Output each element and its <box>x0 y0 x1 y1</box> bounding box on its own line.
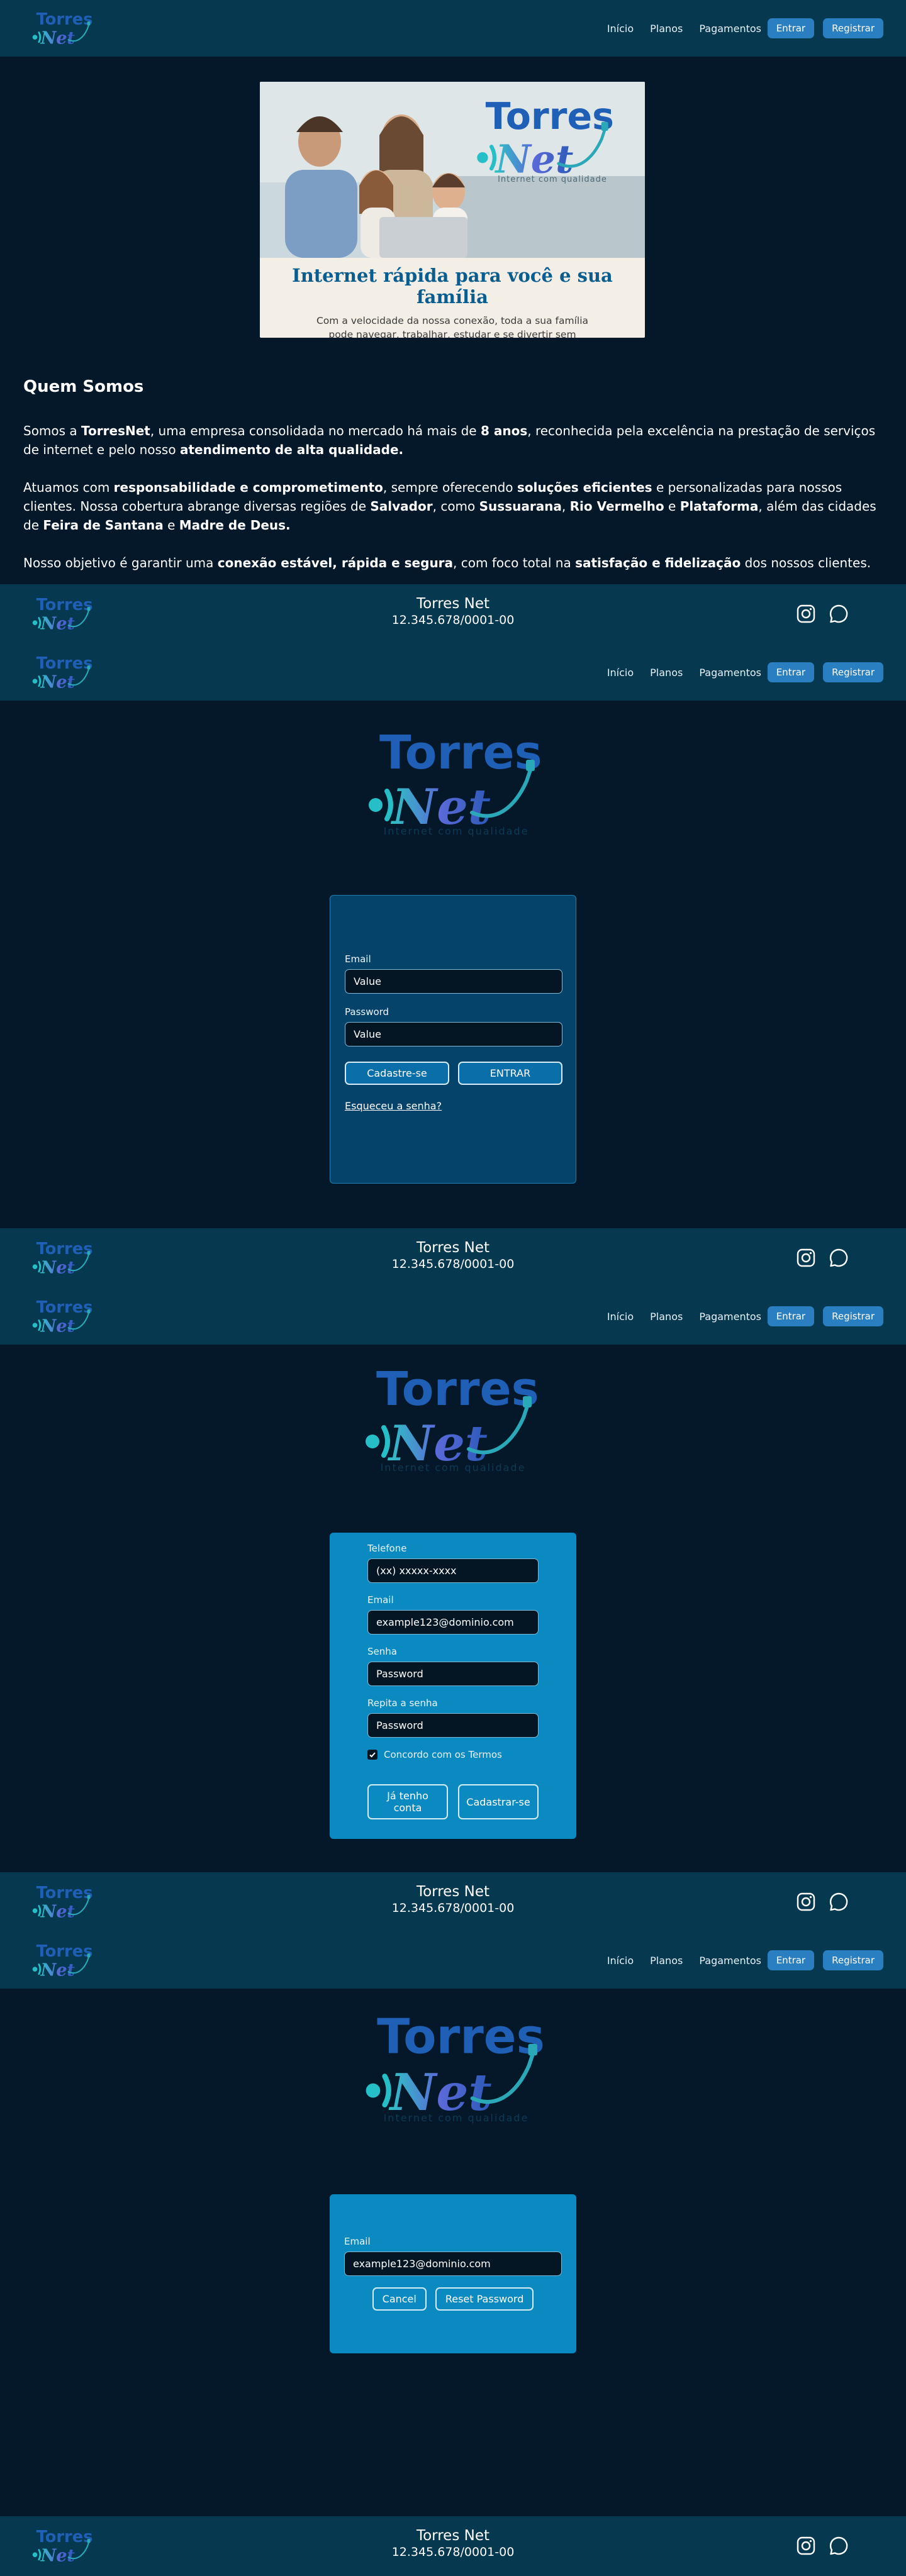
register-button[interactable]: Registrar <box>823 18 883 38</box>
login-button[interactable]: Entrar <box>767 18 815 38</box>
check-icon <box>369 1752 376 1758</box>
register-card: Telefone Email Senha Repita a senha Conc… <box>330 1533 576 1839</box>
login-card: Email Password Cadastre-se ENTRAR Esquec… <box>330 895 576 1184</box>
nav-link-pagamentos[interactable]: Pagamentos <box>699 1955 761 1967</box>
footer-cnpj: 12.345.678/0001-00 <box>391 2545 515 2559</box>
banner-headline: Internet rápida para você e sua família <box>292 265 613 308</box>
cancel-button[interactable]: Cancel <box>372 2287 427 2311</box>
footer-title: Torres Net <box>416 1240 490 1256</box>
footer-title: Torres Net <box>416 1884 490 1900</box>
navbar: Início Planos Pagamentos Entrar Registra… <box>0 644 906 701</box>
terms-checkbox[interactable] <box>367 1750 378 1760</box>
register-button[interactable]: Registrar <box>823 1306 883 1326</box>
about-paragraph-2: Atuamos com responsabilidade e compromet… <box>23 480 876 533</box>
nav-link-planos[interactable]: Planos <box>650 1955 683 1967</box>
enter-button[interactable]: ENTRAR <box>458 1062 562 1085</box>
login-email-label: Email <box>345 953 371 965</box>
banner-logo <box>471 93 622 187</box>
footer: Torres Net 12.345.678/0001-00 <box>0 1872 906 1932</box>
forgot-password-link[interactable]: Esqueceu a senha? <box>345 1100 442 1112</box>
footer: Torres Net 12.345.678/0001-00 <box>0 1228 906 1288</box>
family-photo: Internet com qualidade <box>260 82 645 258</box>
nav-link-inicio[interactable]: Início <box>607 1311 634 1323</box>
reset-password-button[interactable]: Reset Password <box>435 2287 534 2311</box>
footer-cnpj: 12.345.678/0001-00 <box>391 613 515 627</box>
reset-hero-logo: Internet com qualidade <box>359 2006 554 2129</box>
reset-email-input[interactable] <box>344 2251 562 2276</box>
nav-link-inicio[interactable]: Início <box>607 667 634 679</box>
login-password-input[interactable] <box>345 1022 562 1046</box>
promo-banner: Internet com qualidade Internet rápida p… <box>260 82 645 338</box>
footer-title: Torres Net <box>416 596 490 612</box>
navbar: Início Planos Pagamentos Entrar Registra… <box>0 1932 906 1989</box>
login-button[interactable]: Entrar <box>767 1950 815 1970</box>
navbar: Início Planos Pagamentos Entrar Registra… <box>0 0 906 57</box>
navbar: Início Planos Pagamentos Entrar Registra… <box>0 1288 906 1345</box>
register-hero-logo: Internet com qualidade <box>359 1360 547 1479</box>
torres-net-logo[interactable] <box>25 1297 101 1338</box>
footer: Torres Net 12.345.678/0001-00 <box>0 2516 906 2576</box>
register-email-label: Email <box>367 1594 394 1606</box>
repeat-password-label: Repita a senha <box>367 1697 438 1709</box>
nav-link-planos[interactable]: Planos <box>650 23 683 35</box>
login-button[interactable]: Entrar <box>767 1306 815 1326</box>
terms-label: Concordo com os Termos <box>384 1749 502 1760</box>
signup-button[interactable]: Cadastre-se <box>345 1062 449 1085</box>
nav-link-planos[interactable]: Planos <box>650 1311 683 1323</box>
banner-subtext: Com a velocidade da nossa conexão, toda … <box>316 315 589 338</box>
footer-cnpj: 12.345.678/0001-00 <box>391 1901 515 1915</box>
banner-tagline: Internet com qualidade <box>498 175 607 184</box>
repeat-password-input[interactable] <box>367 1713 539 1738</box>
footer: Torres Net 12.345.678/0001-00 <box>0 584 906 644</box>
login-password-label: Password <box>345 1006 389 1018</box>
about-title: Quem Somos <box>23 377 144 396</box>
whatsapp-icon[interactable] <box>828 1247 849 1269</box>
about-section: Quem Somos Somos a TorresNet, uma empres… <box>23 377 885 591</box>
nav-link-pagamentos[interactable]: Pagamentos <box>699 23 761 35</box>
have-account-button[interactable]: Já tenho conta <box>367 1784 448 1819</box>
login-email-input[interactable] <box>345 969 562 994</box>
register-password-label: Senha <box>367 1646 397 1657</box>
nav-link-inicio[interactable]: Início <box>607 1955 634 1967</box>
about-paragraph-3: Nosso objetivo é garantir uma conexão es… <box>23 555 871 570</box>
torres-net-logo[interactable] <box>25 653 101 694</box>
about-paragraph-1: Somos a TorresNet, uma empresa consolida… <box>23 423 876 457</box>
login-button[interactable]: Entrar <box>767 662 815 682</box>
reset-card: Email Cancel Reset Password <box>330 2194 576 2353</box>
reset-email-label: Email <box>344 2236 371 2247</box>
login-hero-tagline: Internet com qualidade <box>383 825 529 837</box>
signup-submit-button[interactable]: Cadastrar-se <box>458 1784 539 1819</box>
register-button[interactable]: Registrar <box>823 1950 883 1970</box>
nav-link-pagamentos[interactable]: Pagamentos <box>699 667 761 679</box>
phone-label: Telefone <box>367 1543 407 1554</box>
torres-net-logo[interactable] <box>25 1941 101 1982</box>
register-password-input[interactable] <box>367 1662 539 1686</box>
reset-hero-tagline: Internet com qualidade <box>383 2112 529 2124</box>
instagram-icon[interactable] <box>795 2535 817 2557</box>
nav-link-pagamentos[interactable]: Pagamentos <box>699 1311 761 1323</box>
instagram-icon[interactable] <box>795 1247 817 1269</box>
whatsapp-icon[interactable] <box>828 1891 849 1913</box>
footer-title: Torres Net <box>416 2528 490 2544</box>
instagram-icon[interactable] <box>795 1891 817 1913</box>
whatsapp-icon[interactable] <box>828 2535 849 2557</box>
home-section: Início Planos Pagamentos Entrar Registra… <box>0 0 906 644</box>
whatsapp-icon[interactable] <box>828 603 849 625</box>
register-email-input[interactable] <box>367 1610 539 1635</box>
footer-cnpj: 12.345.678/0001-00 <box>391 1257 515 1271</box>
nav-link-planos[interactable]: Planos <box>650 667 683 679</box>
instagram-icon[interactable] <box>795 603 817 625</box>
nav-link-inicio[interactable]: Início <box>607 23 634 35</box>
register-button[interactable]: Registrar <box>823 662 883 682</box>
nav-links: Início Planos Pagamentos <box>607 0 761 57</box>
login-hero-logo: Internet com qualidade <box>362 723 551 843</box>
register-hero-tagline: Internet com qualidade <box>380 1462 526 1474</box>
phone-input[interactable] <box>367 1558 539 1583</box>
torres-net-logo[interactable] <box>25 9 101 50</box>
